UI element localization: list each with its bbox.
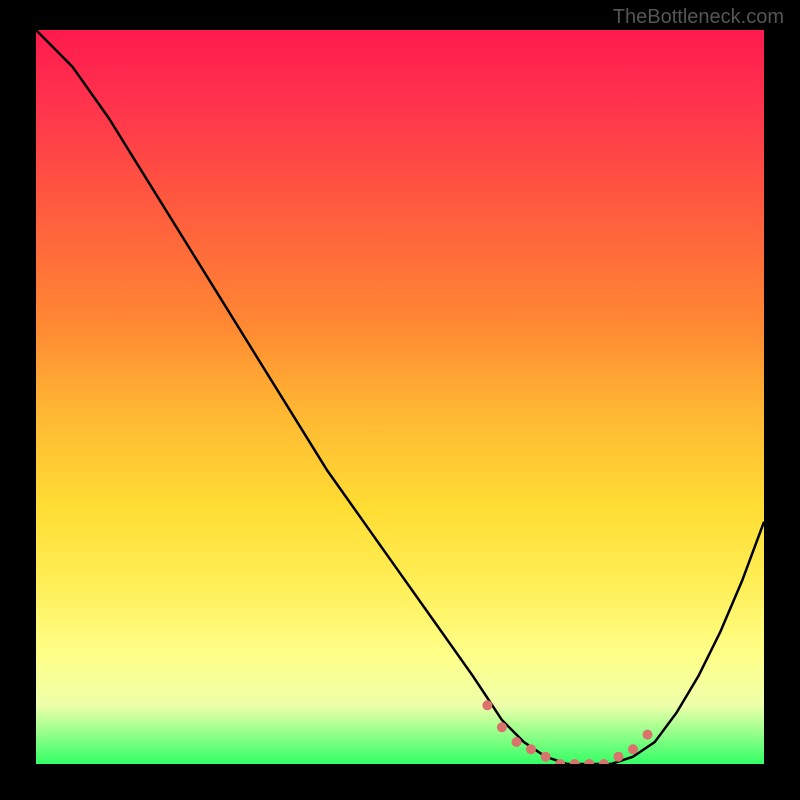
marker-dot — [570, 759, 580, 764]
marker-dot — [482, 700, 492, 710]
marker-dot — [584, 759, 594, 764]
plot-area — [36, 30, 764, 764]
marker-dot — [541, 752, 551, 762]
highlight-dots — [482, 700, 652, 764]
marker-dot — [526, 744, 536, 754]
marker-dot — [512, 737, 522, 747]
bottleneck-curve — [36, 30, 764, 764]
marker-dot — [643, 730, 653, 740]
marker-dot — [599, 759, 609, 764]
marker-dot — [628, 744, 638, 754]
chart-svg — [36, 30, 764, 764]
marker-dot — [613, 752, 623, 762]
watermark-text: TheBottleneck.com — [613, 6, 784, 29]
marker-dot — [497, 722, 507, 732]
